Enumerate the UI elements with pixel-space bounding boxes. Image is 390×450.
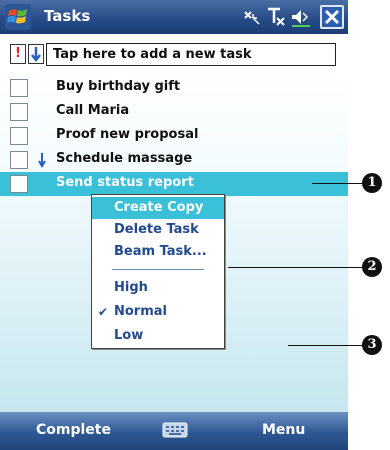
menu-item-normal[interactable]: ✔ Normal xyxy=(92,301,224,323)
task-row[interactable]: Proof new proposal xyxy=(0,124,348,148)
task-label: Buy birthday gift xyxy=(56,79,181,94)
task-checkbox[interactable] xyxy=(10,79,28,97)
menu-item-beam-task[interactable]: Beam Task... xyxy=(92,241,224,263)
callout-line-2 xyxy=(228,267,364,268)
close-icon xyxy=(324,9,340,25)
low-priority-button[interactable] xyxy=(28,44,44,64)
menu-item-create-copy[interactable]: Create Copy xyxy=(92,197,224,219)
connectivity-icon[interactable] xyxy=(242,6,262,28)
pocket-pc-screen: Tasks ! Tap here to add a new task Buy b… xyxy=(0,0,348,450)
task-row[interactable]: Call Maria xyxy=(0,100,348,124)
signal-off-icon[interactable] xyxy=(266,6,286,28)
soft-key-bar: Complete Menu xyxy=(0,412,348,450)
callout-number-2: 2 xyxy=(362,257,382,277)
windows-start-icon[interactable] xyxy=(5,4,31,30)
menu-separator xyxy=(112,269,204,270)
menu-button[interactable]: Menu xyxy=(262,422,305,438)
title-bar: Tasks xyxy=(0,0,348,34)
menu-item-low[interactable]: Low xyxy=(92,325,224,347)
complete-button[interactable]: Complete xyxy=(36,422,111,438)
task-row[interactable]: Schedule massage xyxy=(0,148,348,172)
low-priority-icon xyxy=(38,153,46,168)
checkmark-icon: ✔ xyxy=(98,305,109,319)
task-checkbox[interactable] xyxy=(10,175,28,193)
callout-number-3: 3 xyxy=(362,335,382,355)
menu-item-high[interactable]: High xyxy=(92,277,224,299)
new-task-input[interactable]: Tap here to add a new task xyxy=(46,43,336,66)
entry-bar: ! Tap here to add a new task xyxy=(0,34,348,72)
task-checkbox[interactable] xyxy=(10,127,28,145)
callout-line-1 xyxy=(312,183,364,184)
task-checkbox[interactable] xyxy=(10,103,28,121)
keyboard-icon[interactable] xyxy=(162,420,188,440)
task-checkbox[interactable] xyxy=(10,151,28,169)
app-title: Tasks xyxy=(44,7,91,25)
speaker-icon[interactable] xyxy=(290,6,310,28)
high-priority-button[interactable]: ! xyxy=(10,44,26,64)
task-label: Proof new proposal xyxy=(56,127,199,142)
task-row-selected[interactable]: Send status report xyxy=(0,172,348,196)
callout-line-3 xyxy=(288,345,364,346)
callout-number-1: 1 xyxy=(362,173,382,193)
task-label: Call Maria xyxy=(56,103,130,118)
menu-item-delete-task[interactable]: Delete Task xyxy=(92,219,224,241)
menu-item-normal-label: Normal xyxy=(114,304,167,319)
task-label: Schedule massage xyxy=(56,151,193,166)
context-menu: Create Copy Delete Task Beam Task... Hig… xyxy=(91,194,225,349)
down-arrow-icon xyxy=(31,47,41,63)
status-icons xyxy=(242,6,314,28)
task-row[interactable]: Buy birthday gift xyxy=(0,76,348,100)
close-button[interactable] xyxy=(320,5,344,29)
task-label: Send status report xyxy=(56,175,194,190)
